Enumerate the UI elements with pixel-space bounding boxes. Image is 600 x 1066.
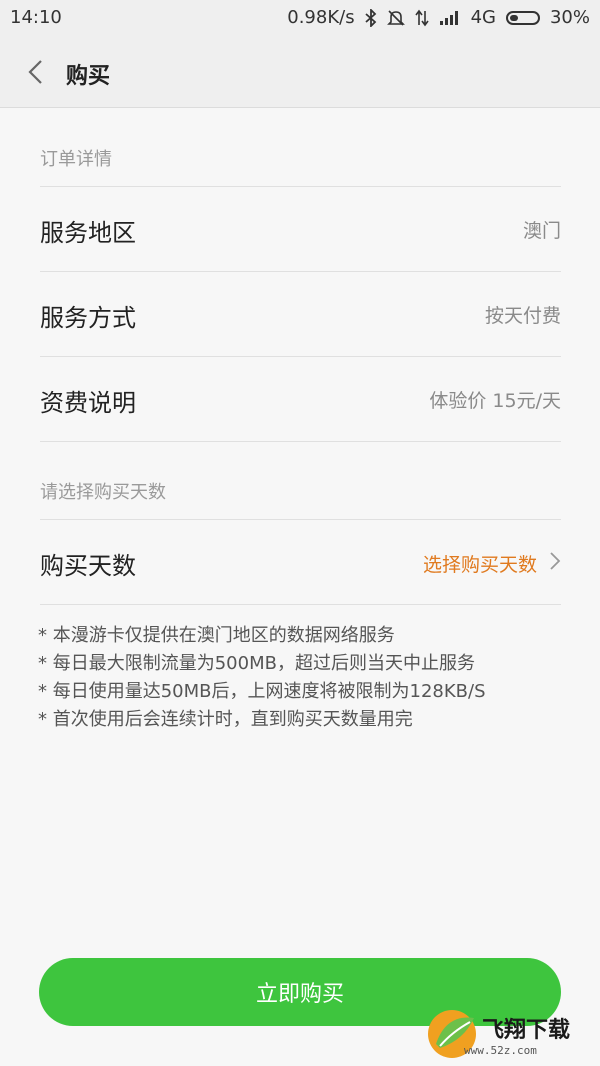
- row-value: 按天付费: [484, 305, 561, 327]
- row-value: 体验价 15元/天: [429, 390, 561, 412]
- watermark-text: 飞翔下载: [482, 1018, 571, 1043]
- battery-icon: [505, 10, 540, 25]
- app-header: 购买: [0, 36, 600, 108]
- choose-days-text: 选择购买天数: [422, 554, 537, 576]
- row-service-region: 服务地区 澳门: [40, 186, 561, 271]
- row-value: 澳门: [522, 220, 561, 242]
- page-title: 购买: [66, 64, 111, 89]
- row-label: 服务方式: [40, 304, 136, 332]
- status-time: 14:10: [10, 7, 62, 28]
- chevron-right-icon: [549, 551, 561, 576]
- note-line: * 每日最大限制流量为500MB，超过后则当天中止服务: [38, 653, 475, 674]
- mute-bell-icon: [386, 9, 405, 27]
- watermark-sub: www.52z.com: [464, 1044, 537, 1057]
- row-label: 购买天数: [40, 552, 136, 580]
- status-icons: 0.98K/s 4G 30%: [287, 7, 590, 28]
- choose-days-selector[interactable]: 选择购买天数: [423, 550, 561, 577]
- choose-days-label: 请选择购买天数: [40, 482, 166, 503]
- order-details-label: 订单详情: [40, 149, 112, 170]
- signal-icon: [439, 10, 461, 26]
- data-arrows-icon: [414, 9, 429, 27]
- divider: [40, 604, 561, 605]
- battery-percent: 30%: [549, 7, 590, 28]
- note-line: * 本漫游卡仅提供在澳门地区的数据网络服务: [38, 625, 395, 646]
- row-purchase-days[interactable]: 购买天数 选择购买天数: [40, 519, 561, 604]
- row-service-mode: 服务方式 按天付费: [40, 271, 561, 356]
- chevron-left-icon[interactable]: [24, 58, 48, 86]
- row-pricing: 资费说明 体验价 15元/天: [40, 356, 561, 441]
- note-line: * 首次使用后会连续计时，直到购买天数量用完: [38, 709, 413, 730]
- battery-fill: [509, 14, 518, 21]
- network-speed: 0.98K/s: [287, 7, 355, 28]
- service-notes: * 本漫游卡仅提供在澳门地区的数据网络服务 * 每日最大限制流量为500MB，超…: [38, 622, 486, 734]
- row-label: 服务地区: [40, 219, 136, 247]
- row-label: 资费说明: [40, 389, 136, 417]
- note-line: * 每日使用量达50MB后，上网速度将被限制为128KB/S: [38, 681, 486, 702]
- status-bar: 14:10 0.98K/s 4G 30%: [0, 0, 600, 36]
- divider: [40, 441, 561, 442]
- network-type: 4G: [470, 7, 496, 28]
- bluetooth-icon: [364, 8, 377, 27]
- watermark-logo: 飞翔下载 www.52z.com: [424, 1000, 600, 1066]
